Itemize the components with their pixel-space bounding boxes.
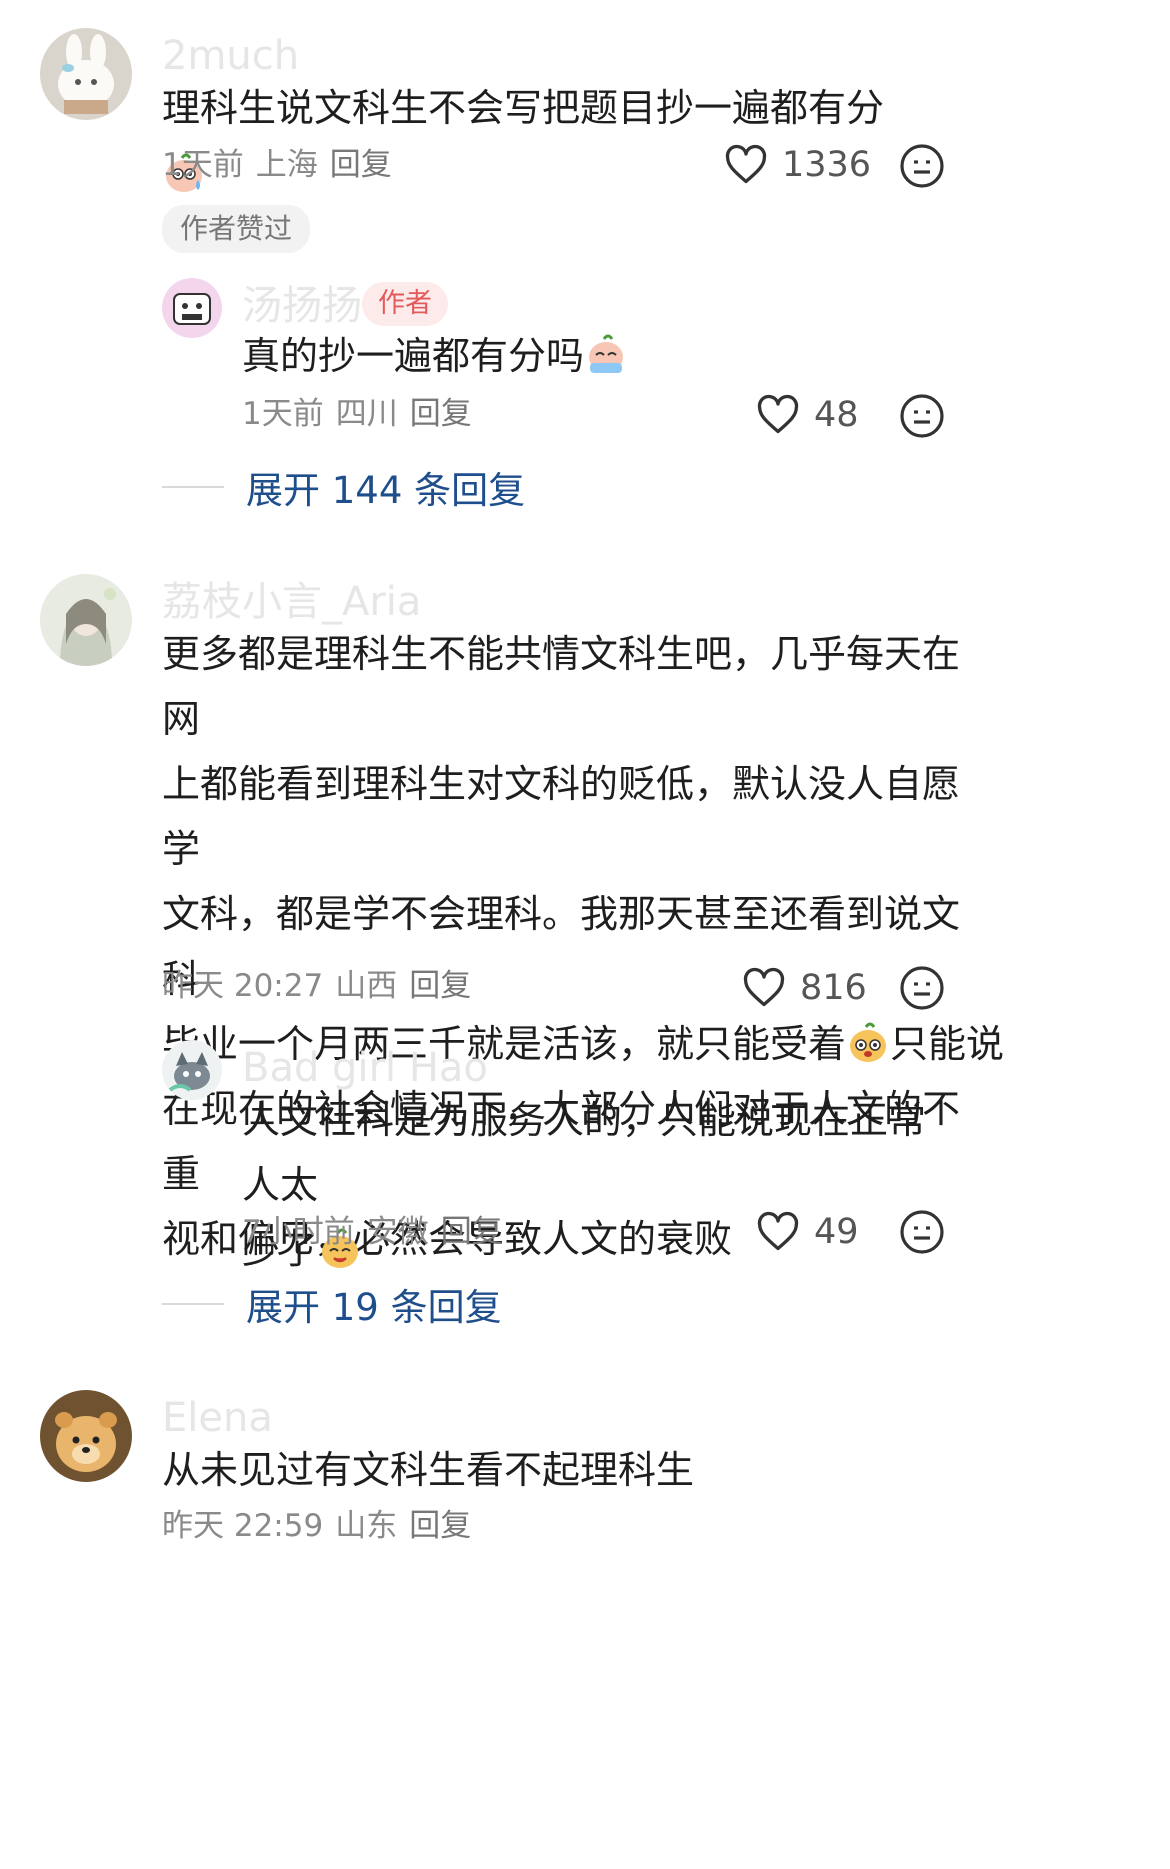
username[interactable]: 2much <box>162 34 299 78</box>
avatar[interactable] <box>162 1040 222 1100</box>
like-button[interactable]: 1336 <box>724 143 871 187</box>
neutral-face-icon <box>900 1210 944 1254</box>
avatar[interactable] <box>40 28 132 120</box>
comment-text: 从未见过有文科生看不起理科生 <box>162 1448 695 1492</box>
like-count: 1336 <box>782 145 872 185</box>
like-button[interactable]: 48 <box>756 393 859 437</box>
author-liked-badge: 作者赞过 <box>162 205 311 253</box>
expand-replies-button[interactable]: 展开 19 条回复 <box>162 1277 502 1331</box>
comment-time: 1天前 <box>162 147 244 183</box>
avatar[interactable] <box>40 574 132 666</box>
emoji-react-button[interactable] <box>898 392 946 444</box>
reply-button[interactable]: 回复 <box>409 968 471 1004</box>
neutral-face-icon <box>900 966 944 1010</box>
neutral-face-icon <box>900 144 944 188</box>
comment-location: 山西 <box>335 968 398 1004</box>
username[interactable]: Bad girl Hao <box>242 1046 488 1090</box>
heart-outline-icon <box>757 1211 799 1251</box>
reply-time: 7小时前 <box>242 1214 355 1250</box>
like-count: 48 <box>814 395 859 435</box>
reply-text: 真的抄一遍都有分吗 <box>242 324 1002 389</box>
expand-replies-button[interactable]: 展开 144 条回复 <box>162 460 525 514</box>
like-count: 816 <box>800 968 867 1008</box>
crying-sticker-icon <box>589 334 624 373</box>
heart-outline-icon <box>725 144 767 184</box>
comment-time: 昨天 22:59 <box>162 1508 324 1544</box>
expand-replies-label[interactable]: 展开 19 条回复 <box>246 1277 502 1331</box>
reply-meta: 7小时前 安徽 回复 <box>242 1212 515 1252</box>
neutral-face-icon <box>900 394 944 438</box>
username[interactable]: 汤扬扬 <box>242 284 362 328</box>
heart-outline-icon <box>757 394 799 434</box>
like-count: 49 <box>814 1212 859 1252</box>
reply-location: 安徽 <box>366 1214 429 1250</box>
username[interactable]: 荔枝小言_Aria <box>162 580 421 624</box>
comment-location: 上海 <box>255 147 318 183</box>
reply-button[interactable]: 回复 <box>330 147 392 183</box>
heart-outline-icon <box>743 967 785 1007</box>
reply-location: 四川 <box>335 396 398 432</box>
comment-time: 昨天 20:27 <box>162 968 324 1004</box>
author-tag: 作者 <box>362 282 448 326</box>
divider <box>162 486 224 488</box>
reply-button[interactable]: 回复 <box>410 396 472 432</box>
divider <box>162 1303 224 1305</box>
like-button[interactable]: 816 <box>742 966 867 1010</box>
like-button[interactable]: 49 <box>756 1210 859 1254</box>
reply-meta: 1天前 四川 回复 <box>242 394 484 434</box>
avatar[interactable] <box>40 1390 132 1482</box>
comment-meta: 昨天 20:27 山西 回复 <box>162 966 483 1006</box>
username[interactable]: Elena <box>162 1396 273 1440</box>
emoji-react-button[interactable] <box>898 964 946 1016</box>
comment-meta: 昨天 22:59 山东 回复 <box>162 1506 483 1546</box>
comment-location: 山东 <box>335 1508 398 1544</box>
comment-meta: 1天前 上海 回复 <box>162 145 404 185</box>
wide-eyed-sticker-icon <box>850 1022 887 1062</box>
emoji-react-button[interactable] <box>898 142 946 194</box>
expand-replies-label[interactable]: 展开 144 条回复 <box>246 460 525 514</box>
reply-button[interactable]: 回复 <box>441 1214 503 1250</box>
reply-button[interactable]: 回复 <box>409 1508 471 1544</box>
emoji-react-button[interactable] <box>898 1208 946 1260</box>
avatar[interactable] <box>162 278 222 338</box>
reply-time: 1天前 <box>242 396 324 432</box>
